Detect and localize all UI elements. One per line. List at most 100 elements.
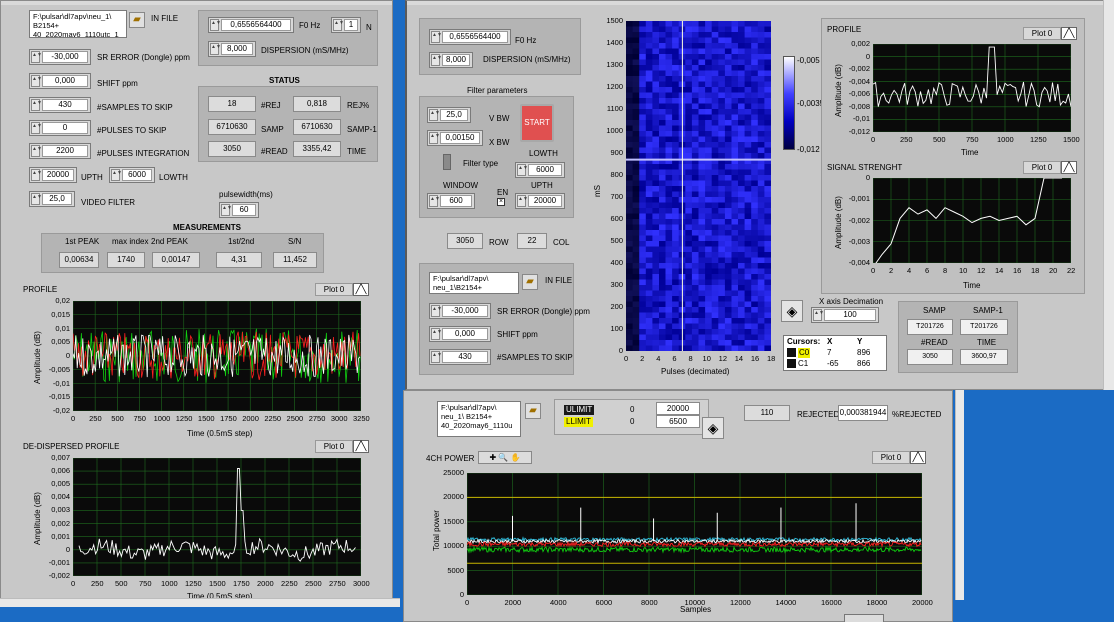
bottom-in-file-path[interactable]: F:\pulsar\dl7apv\ neu_1\ B2154+ 40_2020m…	[437, 401, 521, 437]
left-profile-plot-legend[interactable]: Plot 0	[315, 283, 353, 296]
bottom-button-partial[interactable]	[844, 614, 884, 622]
power-plot[interactable]	[467, 473, 922, 595]
waterfall-cell	[698, 109, 706, 115]
x-tick-label: 750	[966, 135, 979, 144]
waterfall-cell	[711, 230, 719, 236]
right-profile-plot-legend[interactable]: Plot 0	[1023, 27, 1061, 40]
waterfall-cell	[744, 186, 752, 192]
cursor-move-icon[interactable]: ◈	[702, 417, 724, 439]
waterfall-cell	[764, 153, 771, 159]
x-decimation-control[interactable]: ▲▼ 100	[811, 307, 879, 323]
sr-error-control[interactable]: ▲▼ -30,000	[29, 49, 91, 65]
waterfall-cell	[672, 81, 680, 88]
n-control[interactable]: ▲▼ 1	[331, 17, 361, 33]
background-scrollbar[interactable]	[955, 390, 964, 600]
video-filter-control[interactable]: ▲▼ 25,0	[29, 191, 75, 207]
waterfall-cell	[744, 147, 752, 154]
waterfall-cell	[672, 65, 680, 71]
lowth-control[interactable]: ▲▼ 6000	[109, 167, 155, 183]
pulses-integration-control[interactable]: ▲▼ 2200	[29, 143, 91, 159]
waterfall-cell	[672, 21, 680, 27]
waterfall-intensity-graph[interactable]	[626, 21, 771, 351]
waterfall-cell	[718, 279, 726, 286]
cursor-row-name[interactable]: C1	[798, 359, 808, 369]
start-button[interactable]: START	[520, 104, 554, 142]
waterfall-cell	[672, 334, 680, 341]
waterfall-cell	[672, 59, 680, 66]
folder-browse-button[interactable]: ▰	[129, 12, 145, 28]
right-vertical-scrollbar[interactable]	[1103, 0, 1114, 390]
window-control[interactable]: ▲▼ 600	[427, 193, 475, 209]
waterfall-cell	[724, 109, 732, 115]
pulses-skip-control[interactable]: ▲▼ 0	[29, 120, 91, 136]
left-horizontal-scrollbar[interactable]	[0, 598, 400, 607]
x-tick-label: 1500	[1063, 135, 1080, 144]
waterfall-cell	[698, 235, 706, 242]
folder-browse-button[interactable]: ▰	[522, 274, 538, 290]
plot-style-icon[interactable]: ╱╲	[1061, 161, 1077, 174]
waterfall-cell	[659, 323, 667, 330]
waterfall-cell	[718, 318, 726, 324]
right-in-file-path[interactable]: F:\pulsar\dl7apv\ neu_1\B2154+	[429, 272, 519, 294]
plot-style-icon[interactable]: ╱╲	[353, 283, 369, 296]
graph-tools-palette[interactable]: ✚ 🔍 ✋	[478, 451, 532, 464]
plot-style-icon[interactable]: ╱╲	[353, 440, 369, 453]
waterfall-cell	[685, 131, 693, 137]
dedispersed-plot-legend[interactable]: Plot 0	[315, 440, 353, 453]
plot-style-icon[interactable]: ╱╲	[910, 451, 926, 464]
waterfall-cell	[744, 136, 752, 143]
waterfall-cell	[659, 120, 667, 126]
cursor-row-name[interactable]: C0	[798, 348, 811, 358]
samples-skip-control[interactable]: ▲▼ 430	[29, 97, 91, 113]
waterfall-cell	[659, 340, 667, 346]
right-sr-error-control[interactable]: ▲▼ -30,000	[429, 303, 491, 319]
pulsewidth-control[interactable]: ▲▼ 60	[219, 202, 259, 218]
right-shift-control[interactable]: ▲▼ 0,000	[429, 326, 491, 342]
en-checkbox[interactable]: ×	[497, 198, 505, 206]
signal-strength-plot[interactable]	[873, 178, 1071, 263]
waterfall-cell	[685, 246, 693, 253]
power-plot-legend[interactable]: Plot 0	[872, 451, 910, 464]
waterfall-cell	[645, 120, 653, 126]
y-tick-label: 0,005	[51, 337, 70, 347]
waterfall-cell	[718, 213, 726, 220]
right-lowth-control[interactable]: ▲▼ 6000	[515, 162, 565, 178]
xbw-control[interactable]: ▲▼ 0,00150	[427, 130, 483, 146]
waterfall-cell	[665, 329, 673, 335]
waterfall-cell	[764, 48, 771, 55]
dispersion-label: DISPERSION (mS/MHz)	[261, 46, 349, 55]
vbw-control[interactable]: ▲▼ 25,0	[427, 107, 471, 123]
waterfall-cell	[665, 175, 673, 181]
plot-style-icon[interactable]: ╱╲	[1061, 27, 1077, 40]
dispersion-control[interactable]: ▲▼ 8,000	[208, 41, 256, 57]
waterfall-cell	[652, 345, 660, 351]
right-dispersion-control[interactable]: ▲▼ 8,000	[429, 52, 473, 68]
waterfall-cell	[639, 224, 647, 231]
right-f0-control[interactable]: ▲▼ 0,6556564400	[429, 29, 511, 45]
waterfall-cell	[665, 345, 673, 351]
folder-browse-button[interactable]: ▰	[525, 403, 541, 419]
left-profile-plot[interactable]	[73, 301, 361, 411]
right-upth-control[interactable]: ▲▼ 20000	[515, 193, 565, 209]
waterfall-cell	[718, 263, 726, 269]
f0-control[interactable]: ▲▼ 0,6556564400	[208, 17, 294, 33]
waterfall-cell	[718, 186, 726, 192]
waterfall-cell	[639, 235, 647, 242]
waterfall-cell	[705, 213, 713, 220]
dedispersed-plot[interactable]	[73, 458, 361, 576]
waterfall-cell	[639, 296, 647, 302]
shift-control[interactable]: ▲▼ 0,000	[29, 73, 91, 89]
waterfall-cell	[665, 268, 673, 275]
signal-plot-legend[interactable]: Plot 0	[1023, 161, 1061, 174]
in-file-path[interactable]: F:\pulsar\dl7apv\neu_1\ B2154+ 40_2020ma…	[29, 10, 127, 38]
cursor-move-icon[interactable]: ◈	[781, 300, 803, 322]
waterfall-cell	[672, 87, 680, 93]
waterfall-cell	[645, 219, 653, 225]
filter-type-switch[interactable]	[443, 154, 451, 170]
right-samples-skip-control[interactable]: ▲▼ 430	[429, 349, 491, 365]
waterfall-cell	[665, 81, 673, 88]
waterfall-cell	[744, 164, 752, 170]
waterfall-cell	[659, 114, 667, 121]
upth-control[interactable]: ▲▼ 20000	[29, 167, 77, 183]
right-profile-plot[interactable]	[873, 44, 1071, 132]
